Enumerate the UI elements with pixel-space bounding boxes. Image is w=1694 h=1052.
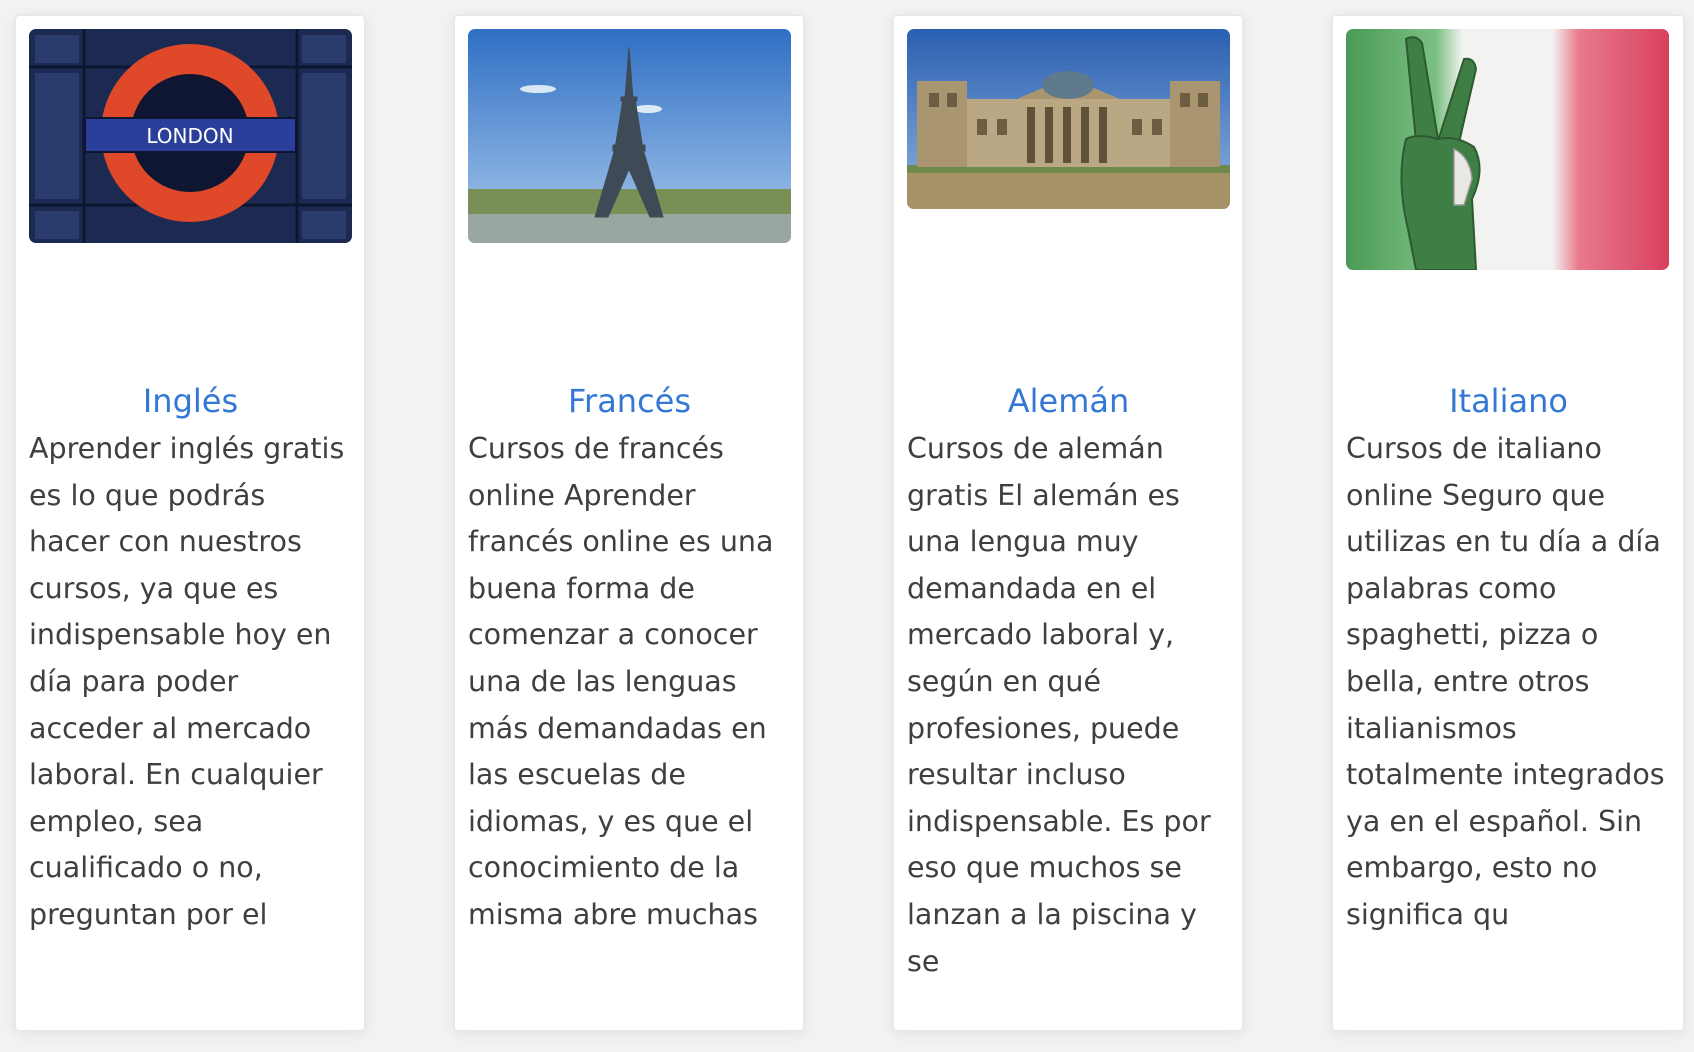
card-description: Aprender inglés gratis es lo que podrás …: [29, 432, 345, 931]
card-body: Francés Cursos de francés online Aprende…: [468, 378, 791, 939]
course-card-italiano[interactable]: Italiano Cursos de italiano online Segur…: [1332, 15, 1684, 1031]
card-description: Cursos de italiano online Seguro que uti…: [1346, 432, 1665, 931]
card-body: Italiano Cursos de italiano online Segur…: [1346, 378, 1671, 939]
card-title[interactable]: Alemán: [907, 378, 1230, 424]
course-card-ingles[interactable]: LONDON Inglés Aprender inglés gratis es …: [15, 15, 365, 1031]
course-card-aleman[interactable]: Alemán Cursos de alemán gratis El alemán…: [893, 15, 1243, 1031]
card-body: Inglés Aprender inglés gratis es lo que …: [29, 378, 352, 939]
reichstag-image[interactable]: [907, 29, 1230, 209]
card-body: Alemán Cursos de alemán gratis El alemán…: [907, 378, 1230, 985]
course-card-frances[interactable]: Francés Cursos de francés online Aprende…: [454, 15, 804, 1031]
london-sign-text: LONDON: [146, 124, 233, 148]
card-description: Cursos de francés online Aprender francé…: [468, 432, 774, 931]
card-description: Cursos de alemán gratis El alemán es una…: [907, 432, 1211, 978]
card-title[interactable]: Francés: [468, 378, 791, 424]
italian-flag-peace-hand-image[interactable]: [1346, 29, 1669, 270]
card-title[interactable]: Italiano: [1346, 378, 1671, 424]
london-underground-image[interactable]: LONDON: [29, 29, 352, 243]
eiffel-tower-image[interactable]: [468, 29, 791, 243]
card-title[interactable]: Inglés: [29, 378, 352, 424]
